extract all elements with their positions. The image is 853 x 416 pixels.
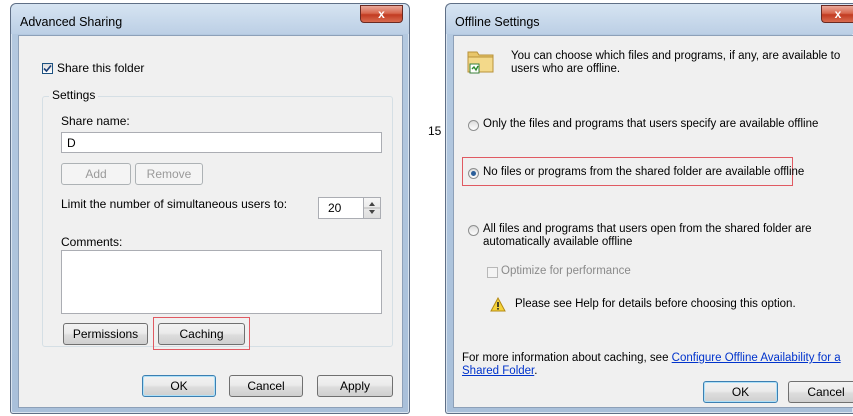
advanced-sharing-client: Share this folder Settings Share name: D… [18, 35, 403, 408]
option-no-files-label: No files or programs from the shared fol… [483, 166, 805, 178]
limit-users-spinner[interactable] [363, 197, 381, 219]
radio-selected-dot [471, 171, 476, 176]
option-user-specified-label: Only the files and programs that users s… [483, 118, 819, 130]
ok-button[interactable]: OK [142, 375, 216, 397]
option-all-files-radio[interactable] [468, 225, 479, 236]
share-folder-label: Share this folder [57, 61, 145, 75]
limit-users-label: Limit the number of simultaneous users t… [61, 197, 288, 211]
more-info-text: For more information about caching, see … [462, 352, 853, 378]
share-name-label: Share name: [61, 114, 130, 128]
comments-label: Comments: [61, 235, 123, 249]
cancel-button[interactable]: Cancel [788, 381, 853, 403]
cancel-button[interactable]: Cancel [229, 375, 303, 397]
remove-button[interactable]: Remove [135, 163, 203, 185]
more-info-prefix: For more information about caching, see [462, 352, 672, 364]
advanced-sharing-titlebar[interactable]: Advanced Sharing x [11, 4, 409, 34]
share-folder-checkbox[interactable] [42, 63, 53, 74]
warning-icon [490, 297, 506, 312]
ok-button[interactable]: OK [703, 381, 778, 403]
offline-intro-text: You can choose which files and programs,… [511, 50, 841, 75]
advanced-sharing-title: Advanced Sharing [20, 15, 123, 29]
page-number: 15 [428, 124, 442, 138]
more-info-suffix: . [534, 365, 538, 377]
option-all-files-label: All files and programs that users open f… [483, 223, 812, 248]
checkmark-icon [43, 64, 52, 73]
settings-group-label: Settings [49, 88, 99, 102]
caching-button[interactable]: Caching [158, 323, 245, 345]
advanced-sharing-window: Advanced Sharing x Share this folder Set… [10, 3, 410, 414]
warning-text: Please see Help for details before choos… [515, 298, 796, 310]
option-no-files-radio[interactable] [468, 168, 479, 179]
offline-settings-window: Offline Settings x You can choose which … [445, 3, 853, 414]
add-button[interactable]: Add [61, 163, 131, 185]
permissions-button[interactable]: Permissions [63, 323, 148, 345]
close-icon[interactable]: x [360, 5, 403, 23]
offline-settings-client: You can choose which files and programs,… [453, 35, 853, 408]
spinner-arrows-icon [364, 202, 380, 214]
apply-button[interactable]: Apply [317, 375, 393, 397]
offline-settings-titlebar[interactable]: Offline Settings x [446, 4, 853, 34]
offline-settings-title: Offline Settings [455, 15, 540, 29]
optimize-performance-checkbox[interactable] [487, 267, 498, 278]
comments-textarea[interactable] [61, 250, 382, 314]
share-name-input[interactable]: D [61, 132, 382, 153]
limit-users-field[interactable]: 20 [318, 197, 365, 219]
offline-folder-icon [467, 51, 494, 74]
option-user-specified-radio[interactable] [468, 120, 479, 131]
close-icon[interactable]: x [821, 5, 853, 23]
optimize-performance-label: Optimize for performance [501, 265, 631, 277]
